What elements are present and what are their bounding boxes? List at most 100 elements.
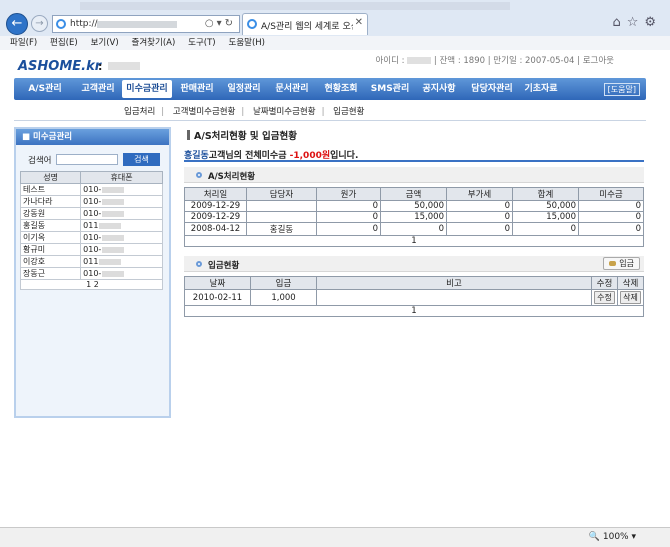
customer-name[interactable]: 황규미	[19, 243, 82, 256]
menu-tools[interactable]: 도구(T)	[188, 36, 215, 50]
customer-name[interactable]: 강동원	[19, 207, 82, 220]
page-title: A/S처리현황 및 입금현황	[187, 128, 297, 142]
subnav-by-date[interactable]: 날짜별미수금현황	[253, 107, 316, 117]
menu-favorites[interactable]: 즐겨찾기(A)	[132, 36, 176, 50]
nav-sms-management[interactable]: SMS관리	[366, 78, 414, 100]
menu-file[interactable]: 파일(F)	[10, 36, 37, 50]
browser-tab[interactable]: A/S관리 웹의 세계로 오신 ... ✕	[242, 13, 368, 35]
subnav-by-customer[interactable]: 고객별미수금현황	[173, 107, 236, 117]
customer-phone: 010-	[80, 195, 163, 208]
ie-icon	[56, 19, 66, 29]
delete-button[interactable]: 삭제	[620, 291, 641, 304]
tab-close-icon[interactable]: ✕	[355, 17, 363, 28]
phone-blurred	[99, 222, 122, 229]
help-link[interactable]: [도움말]	[603, 83, 640, 96]
table-row[interactable]: 2009-12-29 0 50,000 0 50,000 0	[184, 200, 644, 212]
table-row[interactable]: 가나다라 010-	[19, 195, 163, 208]
cell-total: 50,000	[512, 200, 579, 212]
nav-document-management[interactable]: 문서관리	[268, 78, 316, 100]
user-id-label: 아이디 :	[375, 56, 405, 66]
phone-blurred	[102, 246, 125, 253]
phone-prefix: 011	[83, 257, 99, 266]
company-name-blurred	[108, 62, 140, 70]
cell-staff	[246, 211, 317, 223]
deposit-button[interactable]: 입금	[603, 257, 640, 270]
table-row[interactable]: 황규미 010-	[19, 243, 163, 256]
bullet-icon	[196, 261, 202, 267]
phone-blurred	[102, 186, 125, 193]
phone-blurred	[102, 198, 125, 205]
forward-button[interactable]: →	[31, 15, 48, 32]
main-navigation: A/S관리 고객관리 미수금관리 판매관리 일정관리 문서관리 현황조회 SMS…	[14, 78, 646, 100]
nav-schedule-management[interactable]: 일정관리	[220, 78, 268, 100]
cell-date[interactable]: 2009-12-29	[184, 200, 247, 212]
table-row[interactable]: 강동원 010-	[19, 207, 163, 220]
search-button[interactable]: 검색	[123, 153, 160, 166]
browser-toolbar-icons[interactable]: ⌂☆⚙	[612, 15, 662, 30]
customer-name[interactable]: 테스트	[19, 183, 82, 196]
edit-button[interactable]: 수정	[594, 291, 615, 304]
subnav-deposit-status[interactable]: 입금현황	[333, 107, 364, 117]
nav-base-data[interactable]: 기초자료	[518, 78, 564, 100]
cell-amount: 0	[380, 222, 447, 236]
table-row[interactable]: 장동근 010-	[19, 267, 163, 280]
web-page: ASHOME.kr : 아이디 : | 잔액 : 1890 | 만기일 : 20…	[0, 51, 670, 527]
table-row[interactable]: 이기옥 010-	[19, 231, 163, 244]
table-row[interactable]: 2010-02-11 1,000 수정 삭제	[184, 289, 644, 306]
phone-prefix: 010-	[83, 245, 102, 254]
table-row[interactable]: 2009-12-29 0 15,000 0 15,000 0	[184, 211, 644, 223]
nav-notice[interactable]: 공지사항	[414, 78, 464, 100]
table-row[interactable]: 이강호 011	[19, 255, 163, 268]
nav-status-lookup[interactable]: 현황조회	[316, 78, 366, 100]
back-button[interactable]: ←	[6, 13, 28, 35]
phone-prefix: 010-	[83, 185, 102, 194]
logout-link[interactable]: | 로그아웃	[577, 56, 614, 66]
nav-staff-management[interactable]: 담당자관리	[464, 78, 520, 100]
cell-date[interactable]: 2008-04-12	[184, 222, 247, 236]
customer-name[interactable]: 이강호	[19, 255, 82, 268]
column-amount: 금액	[380, 187, 447, 201]
table-row[interactable]: 테스트 010-	[19, 183, 163, 196]
status-bar: 🔍 100% ▾	[0, 527, 670, 547]
search-input[interactable]	[56, 154, 118, 165]
nav-customer-management[interactable]: 고객관리	[72, 78, 124, 100]
nav-as-management[interactable]: A/S관리	[18, 78, 72, 100]
customer-pager[interactable]: 1 2	[20, 279, 163, 290]
table-row[interactable]: 2008-04-12 홍길동 0 0 0 0 0	[184, 222, 644, 236]
nav-sales-management[interactable]: 판매관리	[174, 78, 220, 100]
table-row[interactable]: 홍길동 011	[19, 219, 163, 232]
column-note: 비고	[316, 276, 592, 290]
cell-cost: 0	[316, 200, 381, 212]
customer-name[interactable]: 이기옥	[19, 231, 82, 244]
customer-name[interactable]: 장동근	[19, 267, 82, 280]
as-pager[interactable]: 1	[184, 235, 644, 247]
cell-total: 0	[512, 222, 579, 236]
address-controls[interactable]: ○▾↻	[205, 18, 236, 29]
cell-date[interactable]: 2009-12-29	[184, 211, 247, 223]
zoom-level[interactable]: 🔍 100% ▾	[589, 532, 636, 542]
site-logo[interactable]: ASHOME.kr	[18, 59, 101, 74]
cell-amount: 50,000	[380, 200, 447, 212]
deposit-pager[interactable]: 1	[184, 305, 644, 317]
subnav-separator: |	[161, 107, 165, 117]
browser-chrome: ← → http:// ○▾↻ A/S관리 웹의 세계로 오신 ... ✕ ⌂☆…	[0, 0, 670, 50]
deposit-status-table: 날짜 입금 비고 수정 삭제 2010-02-11 1,000 수정 삭제 1	[184, 276, 644, 317]
cell-cost: 0	[316, 222, 381, 236]
menu-view[interactable]: 보기(V)	[91, 36, 119, 50]
nav-receivables-management[interactable]: 미수금관리	[122, 80, 172, 98]
cell-amount: 15,000	[380, 211, 447, 223]
address-bar[interactable]: http:// ○▾↻	[52, 15, 240, 33]
pager-row: 1	[184, 235, 644, 247]
phone-prefix: 011	[83, 221, 99, 230]
deposit-section-title: 입금현황	[208, 261, 240, 271]
menu-help[interactable]: 도움말(H)	[229, 36, 265, 50]
customer-phone: 011	[80, 255, 163, 268]
cell-total: 15,000	[512, 211, 579, 223]
subnav-deposit-processing[interactable]: 입금처리	[124, 107, 155, 117]
customer-name[interactable]: 가나다라	[19, 195, 82, 208]
customer-name[interactable]: 홍길동	[19, 219, 82, 232]
side-panel-title-text: 미수금관리	[33, 132, 73, 142]
address-blurred	[97, 21, 177, 28]
menu-edit[interactable]: 편집(E)	[50, 36, 78, 50]
column-name: 성명	[19, 171, 82, 184]
